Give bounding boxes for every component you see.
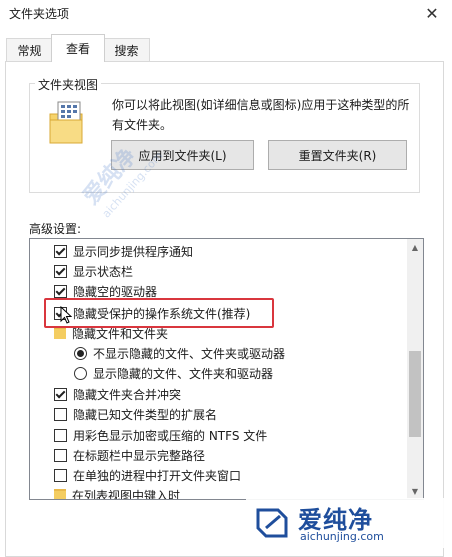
item-label: 隐藏空的驱动器: [73, 284, 158, 299]
checkbox-checked[interactable]: [54, 284, 67, 298]
item-label: 显示隐藏的文件、文件夹和驱动器: [93, 366, 274, 381]
advanced-settings-label: 高级设置:: [29, 222, 82, 236]
tab-general[interactable]: 常规: [6, 38, 53, 61]
folder-icon: [54, 327, 66, 339]
tree-item-hide-protected-os-files[interactable]: 隐藏受保护的操作系统文件(推荐): [54, 303, 250, 323]
item-label: 隐藏文件和文件夹: [72, 326, 169, 341]
button-label: 重置文件夹(R): [298, 148, 377, 163]
close-icon: ✕: [425, 3, 439, 23]
tree-item-hide-extensions[interactable]: 隐藏已知文件类型的扩展名: [54, 404, 217, 424]
item-label: 隐藏受保护的操作系统文件(推荐): [73, 306, 251, 321]
tab-view[interactable]: 查看: [51, 34, 105, 62]
item-label: 不显示隐藏的文件、文件夹或驱动器: [93, 346, 286, 361]
checkbox-checked[interactable]: [54, 387, 67, 401]
apply-to-folders-button[interactable]: 应用到文件夹(L): [111, 140, 254, 170]
radio-unselected[interactable]: [74, 366, 87, 380]
tree-item-hide-merge-conflicts[interactable]: 隐藏文件夹合并冲突: [54, 384, 181, 404]
checkbox-checked[interactable]: [54, 244, 67, 258]
item-label: 显示同步提供程序通知: [73, 244, 194, 259]
reset-folders-button[interactable]: 重置文件夹(R): [268, 140, 407, 170]
vertical-scrollbar[interactable]: ▲ ▼: [407, 239, 423, 499]
tree-item-dont-show-hidden[interactable]: 不显示隐藏的文件、文件夹或驱动器: [74, 343, 285, 363]
checkbox-unchecked[interactable]: [54, 428, 67, 442]
checkbox-unchecked[interactable]: [54, 448, 67, 462]
checkbox-checked[interactable]: [54, 264, 67, 278]
tab-search[interactable]: 搜索: [103, 38, 150, 61]
tree-item-status-bar[interactable]: 显示状态栏: [54, 261, 133, 281]
item-label: 隐藏已知文件类型的扩展名: [73, 407, 218, 422]
scroll-down-arrow-icon[interactable]: ▼: [407, 483, 423, 499]
scroll-thumb[interactable]: [409, 351, 421, 437]
mouse-cursor-icon: [60, 306, 72, 324]
tab-label: 搜索: [114, 43, 139, 58]
folder-icon: [54, 489, 66, 499]
watermark-url: aichunjing.com: [300, 530, 384, 543]
item-label: 隐藏文件夹合并冲突: [73, 387, 182, 402]
tree-item-hide-empty-drives[interactable]: 隐藏空的驱动器: [54, 281, 157, 301]
checkbox-unchecked[interactable]: [54, 468, 67, 482]
item-label: 在单独的进程中打开文件夹窗口: [73, 468, 242, 483]
radio-selected[interactable]: [74, 346, 87, 360]
watermark-logo-icon: [256, 508, 288, 538]
item-label: 显示状态栏: [73, 264, 134, 279]
scroll-up-arrow-icon[interactable]: ▲: [407, 239, 423, 255]
item-label: 用彩色显示加密或压缩的 NTFS 文件: [73, 428, 268, 443]
checkbox-unchecked[interactable]: [54, 407, 67, 421]
advanced-settings-tree[interactable]: 显示同步提供程序通知 显示状态栏 隐藏空的驱动器 隐藏受保护的操作系统文件(推荐…: [29, 238, 424, 500]
button-label: 应用到文件夹(L): [138, 148, 227, 163]
folder-views-description: 你可以将此视图(如详细信息或图标)应用于这种类型的所有文件夹。: [112, 98, 410, 132]
tree-item-show-hidden[interactable]: 显示隐藏的文件、文件夹和驱动器: [74, 363, 273, 383]
tab-label: 常规: [17, 43, 42, 58]
item-label: 在列表视图中键入时: [72, 488, 181, 500]
tree-folder-list-view-typing: 在列表视图中键入时: [54, 485, 181, 500]
tree-item-full-path-title[interactable]: 在标题栏中显示完整路径: [54, 445, 205, 465]
title-bar: 文件夹选项 ✕: [0, 0, 452, 30]
tree-folder-hidden-files: 隐藏文件和文件夹: [54, 323, 168, 343]
tree-item-sync-notifications[interactable]: 显示同步提供程序通知: [54, 241, 193, 261]
window-title: 文件夹选项: [9, 7, 70, 21]
tree-item-color-ntfs[interactable]: 用彩色显示加密或压缩的 NTFS 文件: [54, 425, 267, 445]
watermark-logo: 爱纯净 aichunjing.com: [246, 498, 446, 548]
tab-label: 查看: [65, 42, 90, 56]
folder-view-icon: [49, 101, 83, 144]
tree-item-separate-process[interactable]: 在单独的进程中打开文件夹窗口: [54, 465, 241, 485]
folder-views-legend: 文件夹视图: [35, 76, 102, 93]
item-label: 在标题栏中显示完整路径: [73, 448, 206, 463]
close-button[interactable]: ✕: [412, 0, 452, 26]
